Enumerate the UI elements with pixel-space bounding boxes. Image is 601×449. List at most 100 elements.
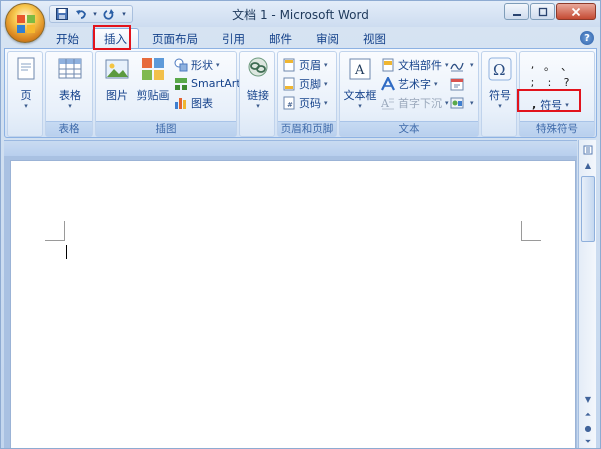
- quick-parts-icon: [382, 58, 394, 71]
- tab-mailings[interactable]: 邮件: [258, 29, 303, 49]
- group-label-header-footer: 页眉和页脚: [278, 121, 336, 136]
- wordart-icon: [381, 76, 395, 90]
- dropdown-arrow-icon: ▾: [565, 100, 569, 109]
- clipart-label: 剪贴画: [136, 89, 170, 102]
- title-bar: ▾ ▾ 文档 1 - Microsoft Word: [1, 1, 600, 27]
- dropdown-arrow-icon: ▾: [324, 98, 328, 107]
- special-symbol-cell[interactable]: ?: [558, 76, 575, 94]
- ruler-toggle-icon[interactable]: [580, 142, 596, 157]
- group-pages: 页 ▾: [7, 51, 43, 137]
- signature-line-icon: [450, 62, 464, 71]
- scroll-up-icon[interactable]: ▲: [580, 158, 596, 173]
- symbol-button[interactable]: Ω 符号 ▾: [483, 56, 517, 110]
- dropdown-arrow-icon: ▾: [216, 60, 220, 69]
- clipart-button[interactable]: 剪贴画: [134, 56, 172, 102]
- tab-page-layout[interactable]: 页面布局: [141, 29, 209, 49]
- group-label-text: 文本: [340, 121, 478, 136]
- minimize-button[interactable]: [504, 3, 529, 20]
- group-label-special-symbols: 特殊符号: [520, 121, 594, 136]
- next-page-icon[interactable]: ⏷: [580, 434, 596, 448]
- chart-button[interactable]: 图表: [174, 94, 213, 111]
- special-symbol-cell[interactable]: 、: [558, 58, 575, 76]
- scroll-thumb[interactable]: [581, 176, 595, 242]
- group-illustrations: 图片 剪贴画 形状 ▾ SmartArt 图表 插图: [95, 51, 241, 137]
- tab-view[interactable]: 视图: [352, 29, 397, 49]
- dropdown-arrow-icon: ▾: [24, 102, 28, 110]
- shapes-label: 形状: [191, 58, 213, 72]
- smartart-label: SmartArt: [191, 77, 241, 90]
- dropcap-button[interactable]: A 首字下沉 ▾: [381, 94, 449, 111]
- picture-button[interactable]: 图片: [100, 56, 134, 102]
- symbol-label: 符号: [489, 89, 511, 102]
- picture-icon: [105, 59, 129, 79]
- quick-parts-button[interactable]: 文档部件 ▾: [381, 56, 449, 73]
- header-button[interactable]: 页眉 ▾: [282, 56, 328, 73]
- dropdown-arrow-icon: ▾: [498, 102, 502, 110]
- help-icon[interactable]: ?: [580, 31, 594, 45]
- shapes-button[interactable]: 形状 ▾: [174, 56, 220, 73]
- dropcap-icon: A: [381, 97, 394, 110]
- date-time-button[interactable]: [450, 75, 467, 92]
- header-icon: [283, 58, 295, 71]
- office-button[interactable]: [5, 3, 45, 43]
- tab-references[interactable]: 引用: [211, 29, 256, 49]
- wordart-button[interactable]: 艺术字 ▾: [381, 75, 438, 92]
- special-symbol-cell[interactable]: [575, 58, 592, 76]
- special-symbol-cell[interactable]: :: [541, 76, 558, 94]
- crop-mark-top-right: [521, 221, 541, 241]
- tab-home[interactable]: 开始: [45, 29, 90, 49]
- footer-button[interactable]: 页脚 ▾: [282, 75, 328, 92]
- dropcap-label: 首字下沉: [398, 96, 442, 110]
- dropdown-arrow-icon: ▾: [358, 102, 362, 110]
- document-area: [4, 156, 577, 448]
- group-tables: 表格 ▾ 表格: [45, 51, 93, 137]
- page-number-label: 页码: [299, 96, 321, 110]
- vertical-scrollbar[interactable]: ▲ ▼ ⏶ ● ⏷: [578, 140, 596, 448]
- smartart-button[interactable]: SmartArt: [174, 75, 241, 92]
- window-controls: [504, 3, 596, 20]
- link-icon: [248, 57, 268, 77]
- crop-mark-top-left: [45, 221, 65, 241]
- chart-label: 图表: [191, 96, 213, 110]
- special-symbol-button[interactable]: , 符号 ▾: [532, 96, 569, 113]
- close-icon: [571, 7, 581, 16]
- restore-icon: [538, 7, 547, 16]
- special-symbol-cell[interactable]: ;: [524, 76, 541, 94]
- dropdown-arrow-icon: ▾: [445, 98, 449, 107]
- page-number-button[interactable]: # 页码 ▾: [282, 94, 328, 111]
- document-page[interactable]: [10, 160, 576, 448]
- comma-icon: ,: [532, 98, 537, 111]
- group-special-symbols: , 。 、 ; : ? , 符号 ▾ 特殊符号: [519, 51, 595, 137]
- header-label: 页眉: [299, 58, 321, 72]
- omega-icon: Ω: [488, 57, 512, 81]
- shapes-icon: [174, 58, 188, 71]
- links-button[interactable]: 链接 ▾: [241, 56, 275, 110]
- special-symbol-cell[interactable]: [575, 76, 592, 94]
- dropdown-arrow-icon: ▾: [445, 60, 449, 69]
- group-header-footer: 页眉 ▾ 页脚 ▾ # 页码 ▾ 页眉和页脚: [277, 51, 337, 137]
- svg-text:A: A: [354, 63, 365, 78]
- previous-page-icon[interactable]: ⏶: [580, 407, 596, 422]
- insert-object-button[interactable]: ▾: [450, 94, 474, 111]
- scroll-down-icon[interactable]: ▼: [580, 392, 596, 407]
- svg-text:A: A: [381, 97, 390, 110]
- special-symbol-cell[interactable]: 。: [541, 58, 558, 76]
- tab-review[interactable]: 审阅: [305, 29, 350, 49]
- special-symbol-cell[interactable]: ,: [524, 58, 541, 76]
- restore-button[interactable]: [530, 3, 555, 20]
- table-button[interactable]: 表格 ▾: [53, 56, 87, 110]
- signature-line-button[interactable]: ▾: [450, 56, 474, 73]
- footer-label: 页脚: [299, 77, 321, 91]
- pages-button[interactable]: 页 ▾: [9, 56, 43, 110]
- special-symbol-grid: , 。 、 ; : ?: [524, 58, 592, 94]
- dropdown-arrow-icon: ▾: [256, 102, 260, 110]
- object-icon: [450, 97, 464, 108]
- tab-insert[interactable]: 插入: [92, 28, 139, 49]
- picture-label: 图片: [106, 89, 128, 102]
- textbox-button[interactable]: A 文本框 ▾: [342, 56, 378, 110]
- links-label: 链接: [247, 89, 269, 102]
- office-logo-icon: [17, 15, 35, 33]
- close-button[interactable]: [556, 3, 596, 20]
- word-window: ▾ ▾ 文档 1 - Microsoft Word 开始 插入 页面布局 引用 …: [0, 0, 601, 449]
- dropdown-arrow-icon: ▾: [434, 79, 438, 88]
